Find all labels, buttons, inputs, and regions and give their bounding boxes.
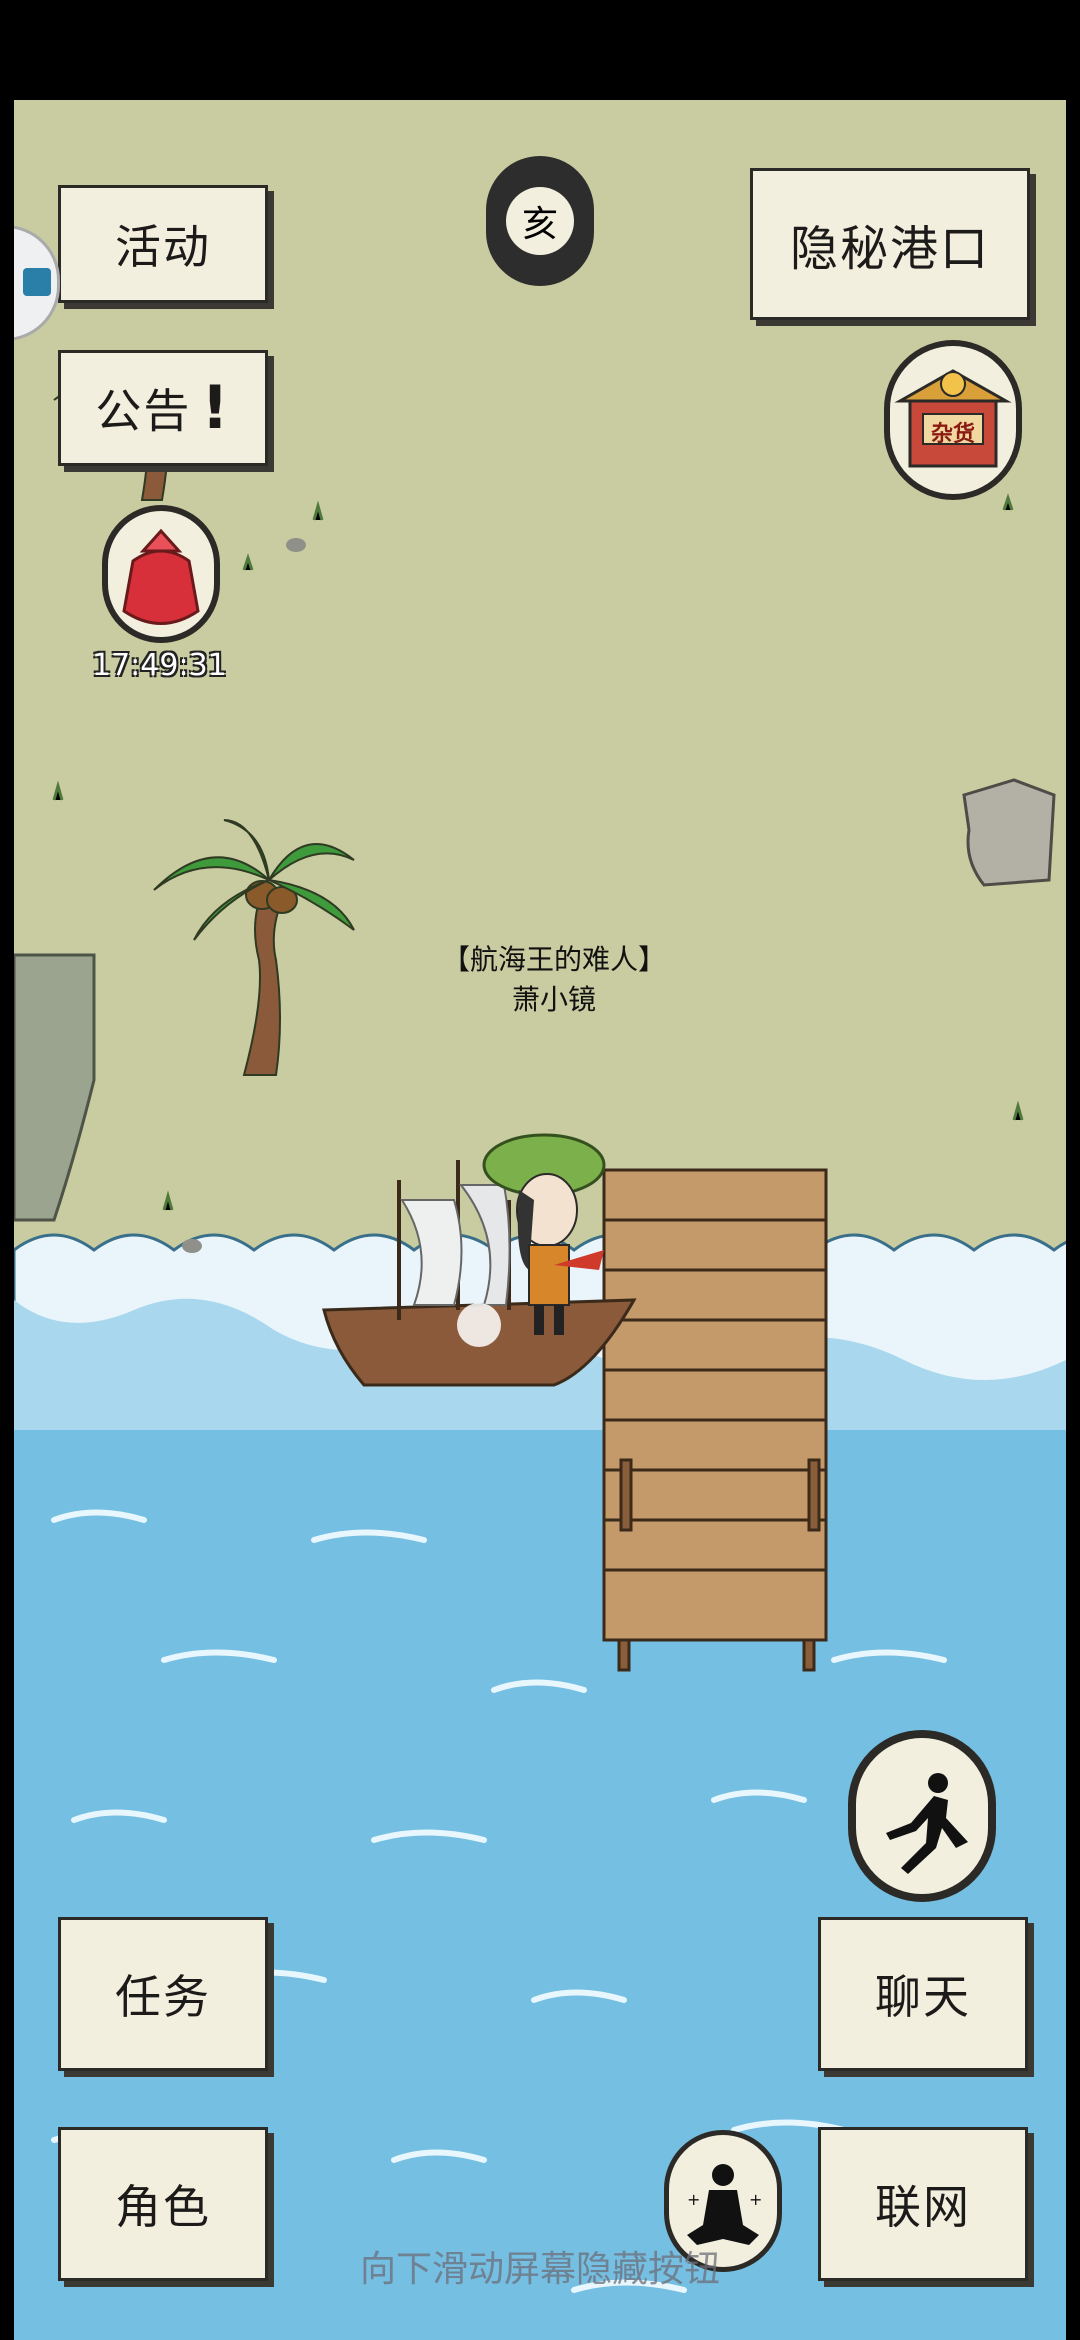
network-label: 联网 [875,2180,971,2234]
announcement-button[interactable]: 公告 ! [58,350,268,466]
location-label: 隐秘港口 [789,221,990,277]
game-scene[interactable]: 活动 公告 ! 亥 隐秘港口 杂货 17:49:31 【航海王的难人】 萧小镜 [14,100,1066,2340]
chat-button[interactable]: 聊天 [818,1917,1028,2071]
palm-tree-middle [153,819,355,1076]
activity-button[interactable]: 活动 [58,185,268,303]
location-button[interactable]: 隐秘港口 [750,168,1030,320]
swipe-hint: 向下滑动屏幕隐藏按钮 [359,2249,720,2290]
gift-bag-icon[interactable] [102,505,220,643]
quest-button[interactable]: 任务 [58,1917,268,2071]
player-title: 【航海王的难人】 [441,943,666,976]
cliff [14,953,96,1222]
quest-label: 任务 [115,1970,211,2024]
activity-label: 活动 [115,220,211,274]
exclamation-icon: ! [201,373,231,443]
svg-text:+: + [687,2190,700,2209]
character-label: 角色 [115,2180,211,2234]
run-icon[interactable] [848,1730,996,1902]
wooden-dock [602,1168,828,1672]
timer-text: 17:49:31 [92,648,227,683]
shop-sign-label: 杂货 [930,422,975,447]
rock-right [962,778,1056,887]
player-name: 萧小镜 [511,983,596,1016]
announcement-label: 公告 [95,384,192,438]
shop-icon[interactable]: 杂货 [884,340,1022,500]
zodiac-hour-badge[interactable]: 亥 [486,156,594,286]
svg-text:+: + [749,2190,762,2209]
zodiac-hour-label: 亥 [506,187,574,255]
chat-label: 聊天 [875,1970,971,2024]
